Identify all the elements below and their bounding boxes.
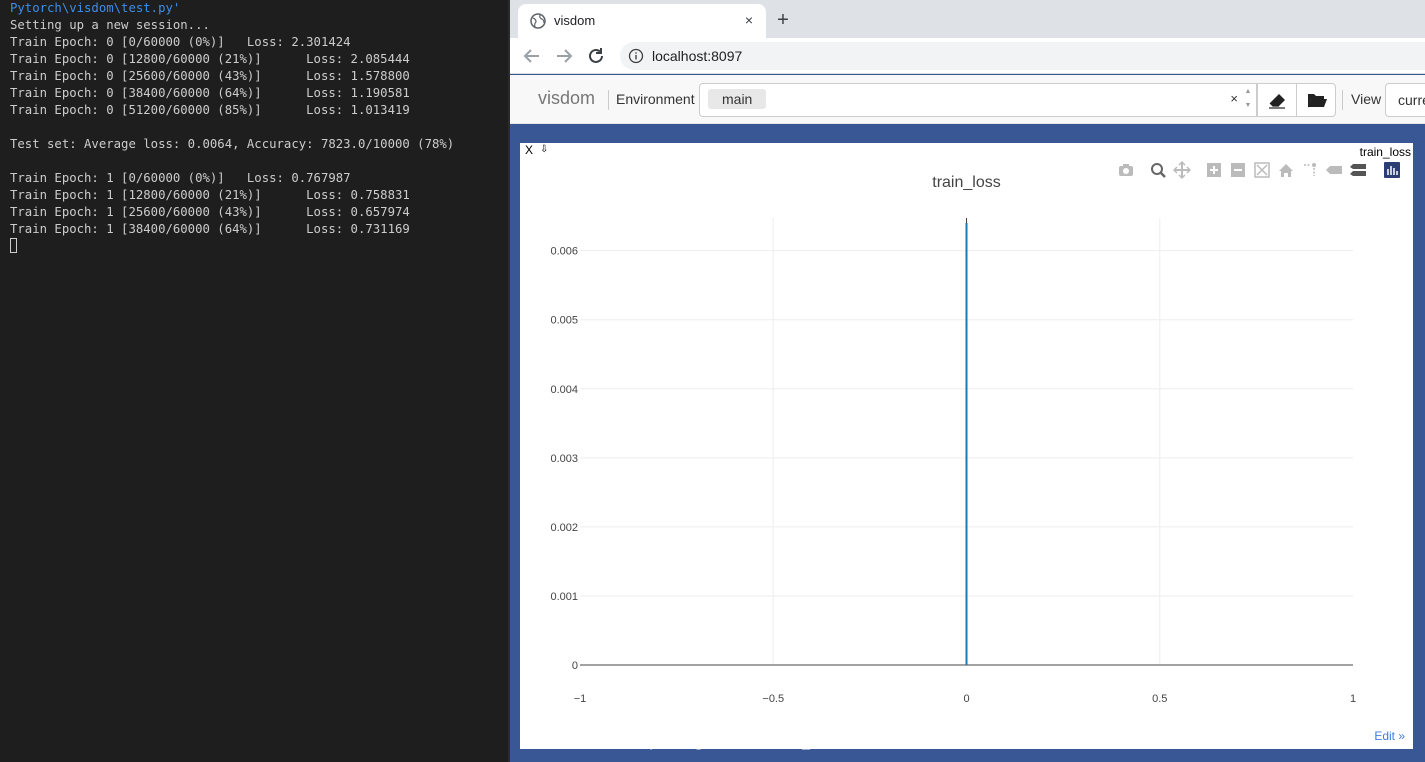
reload-icon[interactable] xyxy=(584,44,608,68)
terminal-line: Train Epoch: 1 [25600/60000 (43%)] Loss:… xyxy=(10,205,410,219)
browser-toolbar: localhost:8097 xyxy=(510,38,1425,74)
terminal-line: Train Epoch: 1 [38400/60000 (64%)] Loss:… xyxy=(10,222,410,236)
address-bar[interactable]: localhost:8097 xyxy=(620,42,1425,70)
url-text: localhost:8097 xyxy=(652,48,743,64)
select-arrows-icon[interactable]: ▲ ▼ xyxy=(1242,85,1254,115)
y-tick-label: 0 xyxy=(572,660,578,672)
terminal-line: Train Epoch: 0 [38400/60000 (64%)] Loss:… xyxy=(10,86,410,100)
divider xyxy=(608,90,609,110)
tab-title: visdom xyxy=(554,13,596,28)
new-tab-button[interactable]: + xyxy=(772,9,794,31)
terminal-line: Train Epoch: 0 [12800/60000 (21%)] Loss:… xyxy=(10,52,410,66)
x-tick-label: 1 xyxy=(1350,693,1356,705)
terminal-line: Train Epoch: 1 [12800/60000 (21%)] Loss:… xyxy=(10,188,410,202)
terminal-line: Test set: Average loss: 0.0064, Accuracy… xyxy=(10,137,455,151)
manage-environments-button[interactable] xyxy=(1296,83,1336,117)
plot-pane[interactable]: X ⇩ train_loss 0 0.001 0.002 0.003 0.004… xyxy=(520,143,1413,749)
terminal-line: Train Epoch: 0 [0/60000 (0%)] Loss: 2.30… xyxy=(10,35,351,49)
x-tick-label: 0.5 xyxy=(1152,693,1167,705)
y-tick-label: 0.006 xyxy=(550,246,578,258)
x-tick-label: −1 xyxy=(574,693,587,705)
terminal-line: Setting up a new session... xyxy=(10,18,210,32)
clear-icon[interactable]: × xyxy=(1230,91,1238,106)
eraser-icon xyxy=(1269,94,1285,109)
close-tab-icon[interactable]: × xyxy=(740,11,758,29)
edit-link[interactable]: Edit » xyxy=(1374,729,1405,743)
tab-strip: visdom × + xyxy=(510,0,1425,38)
clear-environment-button[interactable] xyxy=(1257,83,1297,117)
view-select-value: curre xyxy=(1398,92,1425,108)
y-tick-label: 0.001 xyxy=(550,591,578,603)
globe-icon xyxy=(530,13,546,29)
line-chart[interactable]: 0 0.001 0.002 0.003 0.004 0.005 0.006 −1 −0.5 0 0.… xyxy=(520,143,1413,749)
terminal-line: Train Epoch: 0 [25600/60000 (43%)] Loss:… xyxy=(10,69,410,83)
chart-title: train_loss xyxy=(932,174,1000,191)
browser-window: visdom × + localhost:8097 visdom Environ… xyxy=(510,0,1425,762)
terminal-line: Train Epoch: 1 [0/60000 (0%)] Loss: 0.76… xyxy=(10,171,351,185)
divider xyxy=(1342,90,1343,110)
x-tick-label: 0 xyxy=(963,693,969,705)
y-tick-label: 0.005 xyxy=(550,315,578,327)
terminal-line: Pytorch\visdom\test.py' xyxy=(10,1,181,15)
y-tick-label: 0.003 xyxy=(550,453,578,465)
watermark: https://blog.csdn.net/weixin_368... xyxy=(634,734,845,750)
brand[interactable]: visdom xyxy=(538,88,595,109)
view-select[interactable]: curre xyxy=(1385,83,1425,117)
tab-visdom[interactable]: visdom × xyxy=(518,4,766,38)
y-tick-label: 0.002 xyxy=(550,522,578,534)
back-icon[interactable] xyxy=(520,44,544,68)
environment-tag[interactable]: main xyxy=(708,89,767,109)
terminal-line: Train Epoch: 0 [51200/60000 (85%)] Loss:… xyxy=(10,103,410,117)
view-label: View xyxy=(1351,91,1382,107)
forward-icon[interactable] xyxy=(552,44,576,68)
folder-open-icon xyxy=(1308,94,1327,108)
visdom-navbar: visdom Environment main × ▲▼ View curre xyxy=(510,75,1425,124)
cursor xyxy=(10,238,17,253)
y-tick-label: 0.004 xyxy=(550,384,578,396)
environment-select[interactable]: main × ▲ ▼ xyxy=(699,83,1257,117)
environment-label: Environment xyxy=(616,91,695,107)
info-icon[interactable] xyxy=(628,48,644,64)
terminal-cursor-line xyxy=(10,238,510,255)
terminal[interactable]: Pytorch\visdom\test.py' Setting up a new … xyxy=(0,0,510,762)
x-tick-label: −0.5 xyxy=(762,693,784,705)
